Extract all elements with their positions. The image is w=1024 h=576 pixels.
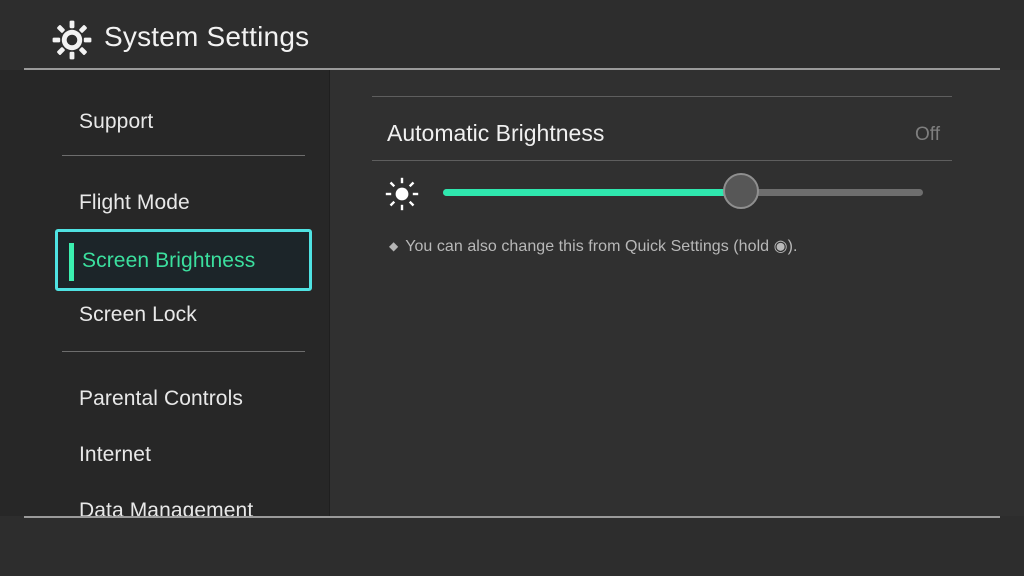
sidebar: Support Flight Mode Screen Brightness Sc…	[0, 70, 330, 516]
gear-icon	[52, 20, 92, 60]
sidebar-item-internet[interactable]: Internet	[0, 427, 330, 483]
sidebar-item-parental-controls[interactable]: Parental Controls	[0, 371, 330, 427]
sidebar-item-label: Screen Lock	[79, 303, 197, 326]
sidebar-item-label: Screen Brightness	[82, 249, 256, 272]
slider-thumb[interactable]	[722, 173, 759, 209]
sidebar-item-label: Flight Mode	[79, 191, 190, 214]
automatic-brightness-value[interactable]: Off	[915, 124, 940, 146]
footer-bar: B Back A OK	[0, 518, 1024, 576]
selection-accent-bar	[69, 243, 74, 281]
header-bar: System Settings	[0, 0, 1024, 69]
sidebar-item-label: Parental Controls	[79, 387, 243, 410]
sidebar-divider-1	[62, 155, 305, 156]
sidebar-item-label: Data Management	[79, 499, 254, 516]
system-settings-screen: System Settings Support Flight Mode Scre…	[0, 0, 1024, 576]
page-title: System Settings	[104, 21, 310, 52]
brightness-slider[interactable]	[443, 173, 923, 209]
sidebar-divider-2	[62, 351, 305, 352]
automatic-brightness-label: Automatic Brightness	[387, 120, 605, 146]
sidebar-item-support[interactable]: Support	[0, 94, 330, 150]
hint-text: You can also change this from Quick Sett…	[405, 238, 798, 255]
slider-fill	[443, 189, 741, 196]
sidebar-item-flight-mode[interactable]: Flight Mode	[0, 175, 330, 231]
setting-row-divider-bottom	[372, 160, 952, 161]
sidebar-item-data-management[interactable]: Data Management	[0, 483, 330, 516]
sidebar-item-label: Internet	[79, 443, 152, 466]
hint-row: ◆ You can also change this from Quick Se…	[389, 236, 798, 256]
setting-row-divider-top	[372, 96, 952, 97]
diamond-bullet-icon: ◆	[389, 239, 399, 253]
sidebar-item-label: Support	[79, 110, 154, 133]
sidebar-item-screen-lock[interactable]: Screen Lock	[0, 287, 330, 343]
sun-icon	[385, 177, 419, 211]
sidebar-item-screen-brightness[interactable]: Screen Brightness	[55, 229, 312, 291]
